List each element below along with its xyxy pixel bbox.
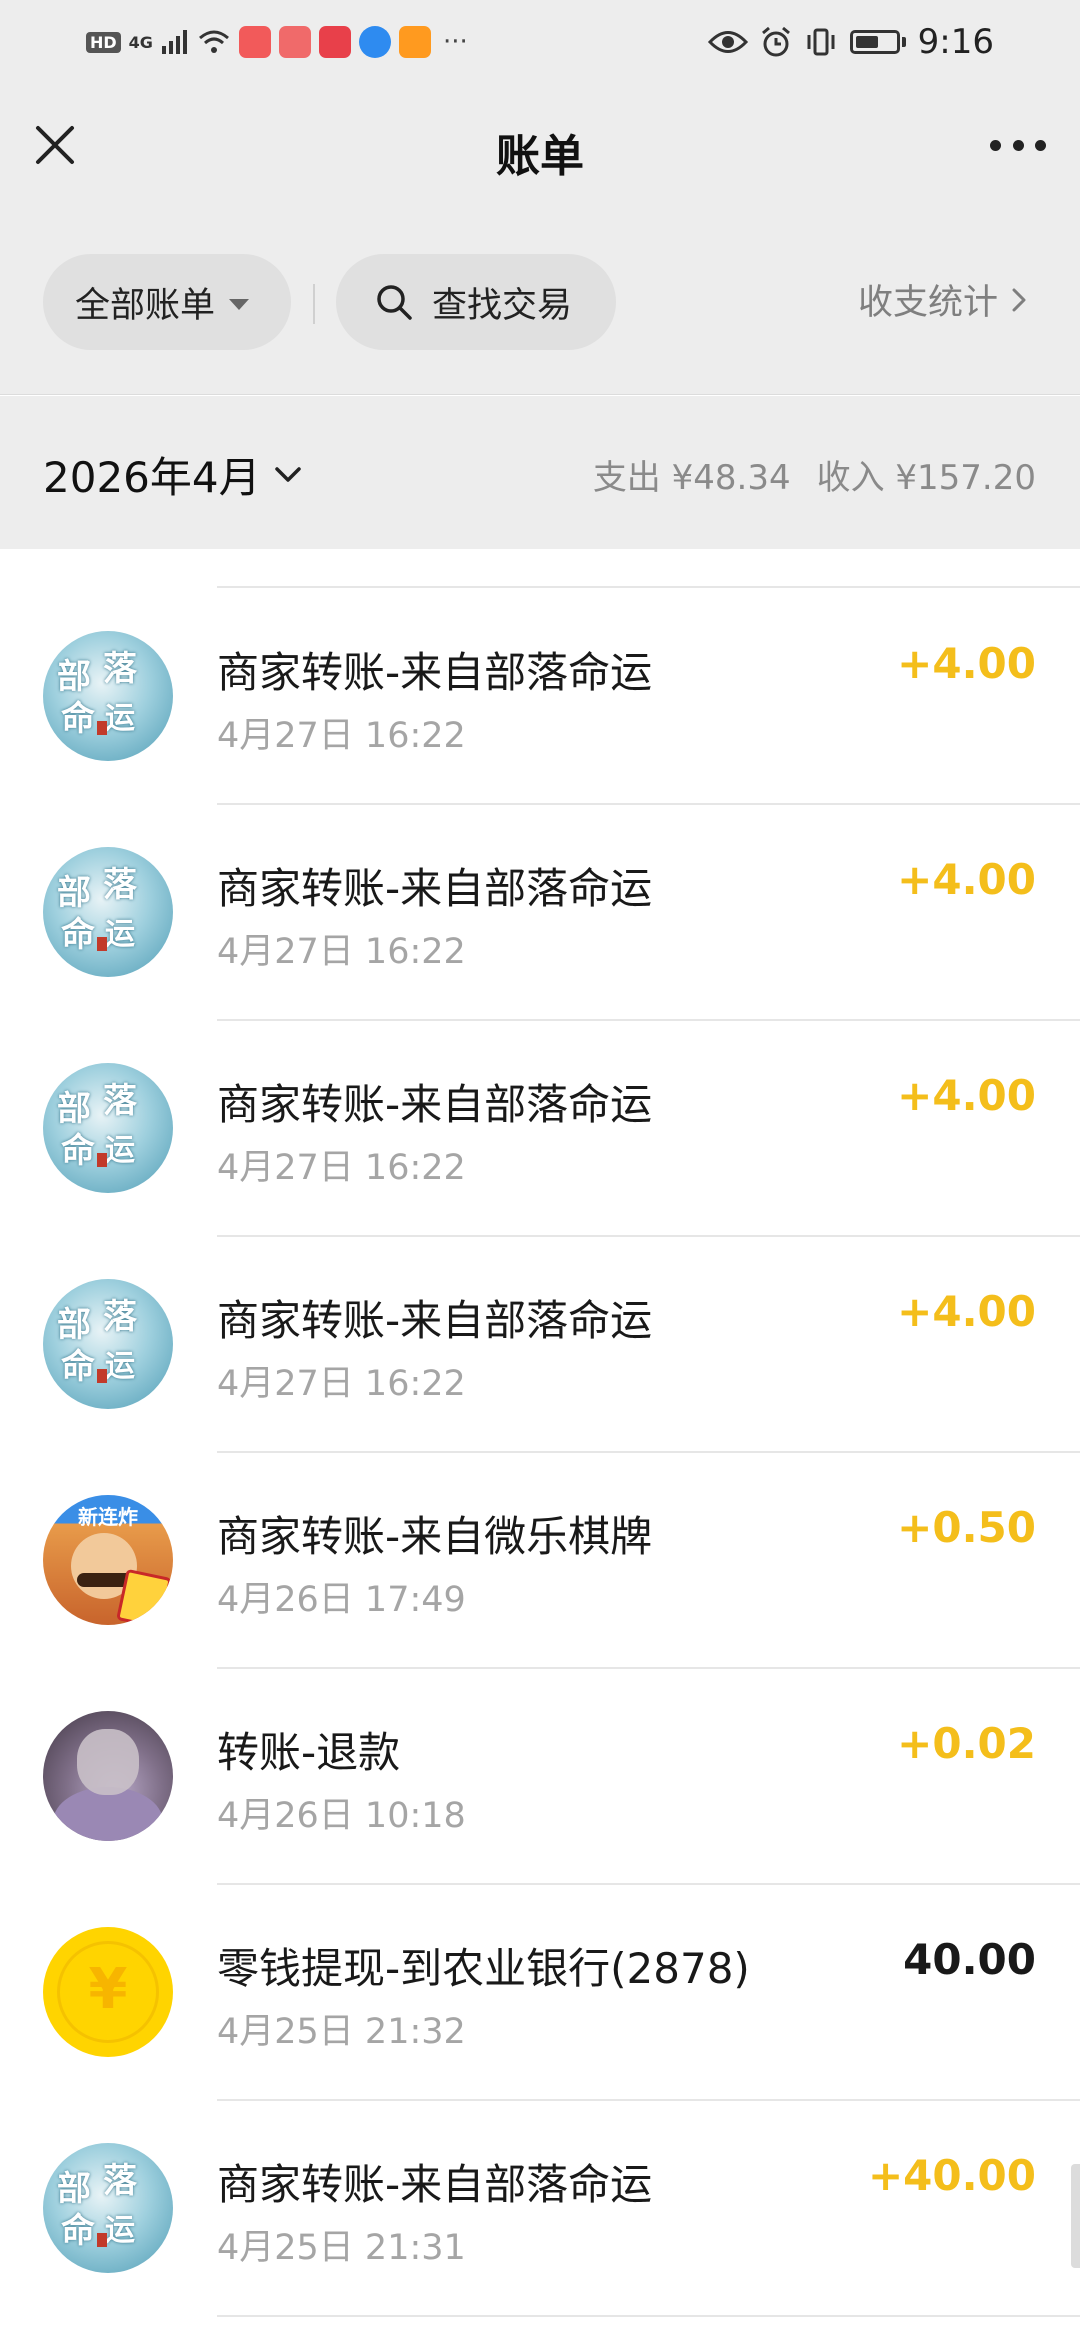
income-expense-stats-link[interactable]: 收支统计 [858,274,1034,325]
transaction-time: 4月26日 10:18 [217,1796,466,1836]
status-left-icons: HD 4G ··· [86,22,468,62]
month-totals: 支出 ¥48.34 收入 ¥157.20 [593,450,1036,499]
transaction-row[interactable]: 部 落 命 运 商家转账-来自部落命运 4月27日 16:22 +4.00 [0,1021,1080,1237]
battery-tip [901,37,906,47]
scroll-indicator[interactable] [1071,2164,1080,2268]
transaction-row[interactable]: 转账-退款 4月26日 10:18 +0.02 [0,1669,1080,1885]
transaction-row[interactable]: 部 落 命 运 商家转账-来自部落命运 4月27日 16:22 +4.00 [0,1237,1080,1453]
chevron-down-icon [274,466,301,482]
filter-bar: 全部账单 查找交易 收支统计 [0,212,1080,395]
status-right-icons: 9:16 [707,22,994,62]
tribe-destiny-avatar: 部 落 命 运 [43,847,173,977]
transaction-title: 商家转账-来自部落命运 [217,864,653,913]
transaction-title: 商家转账-来自部落命运 [217,1080,653,1129]
transaction-time: 4月27日 16:22 [217,1148,466,1188]
wifi-icon [198,30,229,53]
transaction-row[interactable]: 部 落 命 运 商家转账-来自部落命运 4月27日 16:22 +4.00 [0,589,1080,805]
battery-icon [849,30,900,54]
transaction-time: 4月25日 21:32 [217,2012,466,2052]
transaction-time: 4月25日 21:31 [217,2228,466,2268]
row-divider [217,2315,1080,2317]
transaction-amount: +4.00 [897,1287,1036,1336]
transaction-amount: +4.00 [897,1071,1036,1120]
transaction-title: 商家转账-来自部落命运 [217,2160,653,2209]
transaction-title: 转账-退款 [217,1728,401,1777]
clock: 9:16 [917,22,994,62]
expense-total: 支出 ¥48.34 [592,458,791,498]
cellular-signal-icon: 4G [128,32,153,52]
month-label: 2026年4月 [43,453,261,502]
yen-coin-avatar: ¥ [43,1927,173,2057]
caret-down-icon [229,298,250,310]
hd-voice-icon: HD [86,31,121,53]
vibrate-icon [807,28,835,56]
transaction-amount: +0.02 [897,1719,1036,1768]
app-notification-icon [278,26,311,58]
weile-chess-avatar: 新连炸 [43,1495,173,1625]
tribe-destiny-avatar: 部 落 命 运 [43,1279,173,1409]
transaction-row[interactable]: 部 落 命 运 商家转账-来自部落命运 4月25日 21:31 +40.00 [0,2101,1080,2317]
status-bar: HD 4G ··· 9:16 [0,0,1080,82]
tribe-destiny-avatar: 部 落 命 运 [43,2143,173,2273]
video-app-icon [398,26,431,58]
stats-label: 收支统计 [857,283,998,323]
transaction-title: 商家转账-来自部落命运 [217,648,653,697]
transaction-amount: +4.00 [897,639,1036,688]
income-total: 收入 ¥157.20 [816,458,1036,498]
browser-app-icon [358,26,391,58]
more-notifications-icon: ··· [442,27,468,57]
search-transactions-button[interactable]: 查找交易 [336,254,616,350]
huawei-store-icon [318,26,351,58]
person-avatar [43,1711,173,1841]
transaction-title: 商家转账-来自微乐棋牌 [217,1512,653,1561]
transaction-amount: +0.50 [897,1503,1036,1552]
app-notification-icon [238,26,271,58]
tribe-destiny-avatar: 部 落 命 运 [43,631,173,761]
transaction-title: 零钱提现-到农业银行(2878) [217,1944,750,1993]
tribe-destiny-avatar: 部 落 命 运 [43,1063,173,1193]
transaction-time: 4月27日 16:22 [217,716,466,756]
alarm-icon [761,26,790,57]
search-label: 查找交易 [432,285,573,326]
transaction-row[interactable]: ¥ 零钱提现-到农业银行(2878) 4月25日 21:32 40.00 [0,1885,1080,2101]
month-summary-bar: 2026年4月 支出 ¥48.34 收入 ¥157.20 [0,396,1080,549]
month-selector[interactable]: 2026年4月 [43,444,305,505]
transaction-time: 4月27日 16:22 [217,932,466,972]
transaction-list: 部 落 命 运 商家转账-来自部落命运 4月27日 16:22 +4.00 部 … [0,549,1080,2340]
transaction-time: 4月26日 17:49 [217,1580,466,1620]
nav-bar: 账单 [0,82,1080,212]
filter-divider [313,284,315,324]
transaction-time: 4月27日 16:22 [217,1364,466,1404]
transaction-amount: 40.00 [903,1935,1036,1984]
page-title: 账单 [496,131,584,182]
transaction-amount: +40.00 [867,2151,1036,2200]
transaction-row[interactable]: 新连炸 商家转账-来自微乐棋牌 4月26日 17:49 +0.50 [0,1453,1080,1669]
all-bills-dropdown[interactable]: 全部账单 [43,254,291,350]
transaction-row[interactable]: 部 落 命 运 商家转账-来自部落命运 4月27日 16:22 +4.00 [0,805,1080,1021]
chevron-right-icon [1012,288,1026,311]
more-options-icon[interactable] [990,136,1046,154]
search-icon [377,285,412,320]
yen-icon: ¥ [88,1957,128,2022]
list-divider [217,586,1080,588]
transaction-amount: +4.00 [897,855,1036,904]
all-bills-label: 全部账单 [75,285,216,326]
signal-bars-icon [161,30,187,54]
transaction-title: 商家转账-来自部落命运 [217,1296,653,1345]
eye-comfort-icon [707,31,748,53]
